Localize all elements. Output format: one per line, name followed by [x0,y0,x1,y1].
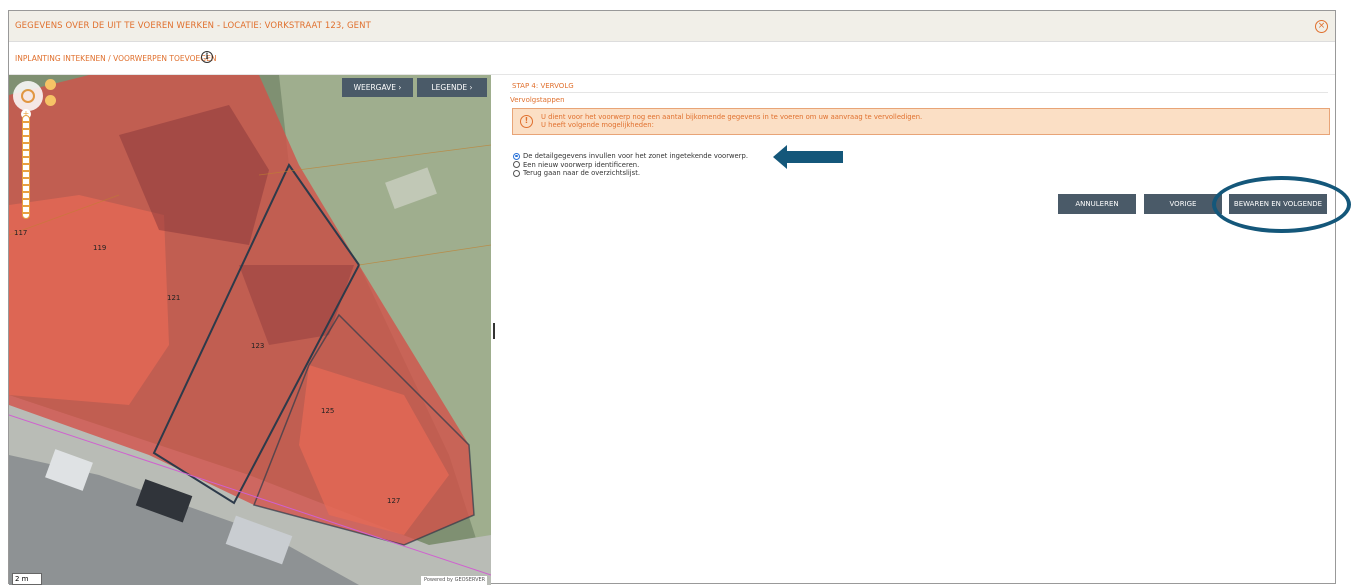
parcel-number: 121 [167,294,180,302]
arrow-left-icon [773,145,843,169]
parcel-number: 119 [93,244,106,252]
legende-label: LEGENDE [431,83,468,92]
option-detail-label: De detailgegevens invullen voor het zone… [523,152,749,161]
parcel-number: 127 [387,497,400,505]
option-overview-label: Terug gaan naar de overzichtslijst. [523,169,641,178]
alert-text: U dient voor het voorwerp nog een aantal… [541,113,922,129]
alert-line-2: U heeft volgende mogelijkheden: [541,121,654,129]
next-step-options: De detailgegevens invullen voor het zone… [513,152,748,178]
pan-control[interactable] [13,81,43,111]
search-icon[interactable] [45,79,56,90]
radio-overview[interactable] [513,169,520,177]
map-view[interactable]: 117 119 121 123 125 127 + WEERGAVE › LEG… [9,75,491,585]
dialog-window: GEGEVENS OVER DE UIT TE VOEREN WERKEN - … [8,10,1351,585]
aerial-map-image: 117 119 121 123 125 127 [9,75,491,585]
close-icon[interactable]: × [1315,20,1328,33]
step-divider [510,92,1328,93]
option-overview[interactable]: Terug gaan naar de overzichtslijst. [513,169,748,178]
panel-splitter[interactable] [493,323,495,339]
radio-new-object[interactable] [513,161,520,169]
previous-button[interactable]: VORIGE [1144,194,1222,214]
scale-bar: 2 m [12,573,42,585]
alert-line-1: U dient voor het voorwerp nog een aantal… [541,113,923,121]
parcel-number: 125 [321,407,334,415]
pan-control-icon [21,89,35,103]
info-icon[interactable]: i [201,51,213,63]
warning-icon: ! [520,115,533,128]
step-panel: STAP 4: VERVOLG Vervolgstappen ! U dient… [496,75,1351,585]
weergave-button[interactable]: WEERGAVE › [342,78,413,97]
dialog-title: GEGEVENS OVER DE UIT TE VOEREN WERKEN - … [15,21,371,31]
subheader: INPLANTING INTEKENEN / VOORWERPEN TOEVOE… [9,42,1335,75]
subheader-label: INPLANTING INTEKENEN / VOORWERPEN TOEVOE… [15,54,217,63]
option-new-object-label: Een nieuw voorwerp identificeren. [523,160,640,169]
legende-button[interactable]: LEGENDE › [417,78,487,97]
step-title: STAP 4: VERVOLG [512,82,574,90]
info-alert: ! U dient voor het voorwerp nog een aant… [512,108,1330,135]
radio-detail[interactable] [513,152,520,160]
parcel-number: 117 [14,229,27,237]
zoom-slider[interactable] [22,115,30,219]
option-new-object[interactable]: Een nieuw voorwerp identificeren. [513,161,748,170]
weergave-label: WEERGAVE [353,83,397,92]
location-pin-icon[interactable] [45,95,56,106]
section-title: Vervolgstappen [510,96,565,104]
parcel-number: 123 [251,342,264,350]
cancel-button[interactable]: ANNULEREN [1058,194,1136,214]
dialog-title-bar: GEGEVENS OVER DE UIT TE VOEREN WERKEN - … [9,11,1335,42]
highlight-ellipse [1212,176,1351,233]
option-detail[interactable]: De detailgegevens invullen voor het zone… [513,152,748,161]
